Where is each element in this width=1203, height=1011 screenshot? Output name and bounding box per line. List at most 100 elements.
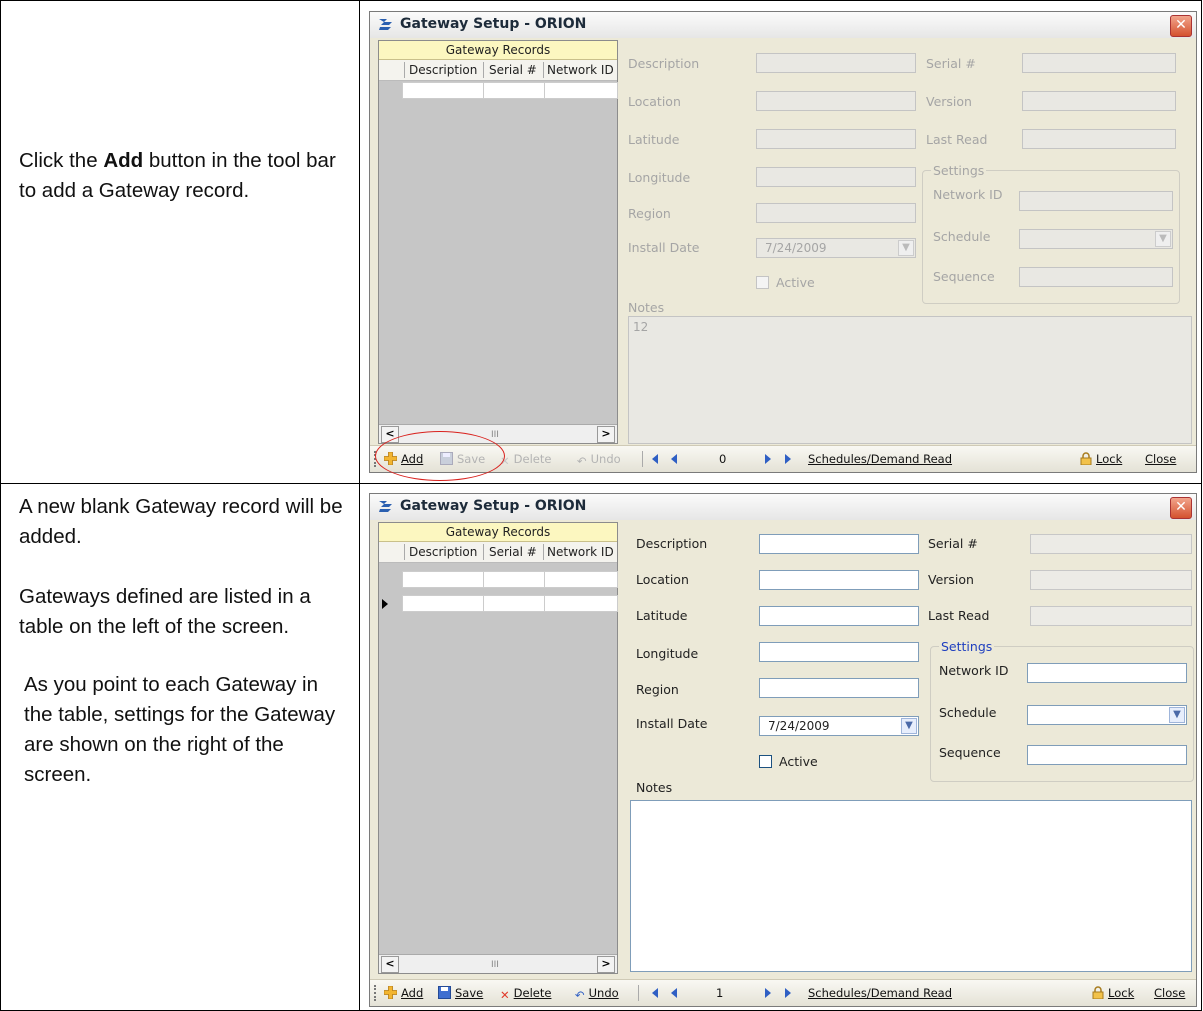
scroll-left-icon[interactable]: <: [381, 956, 399, 973]
longitude-label: Longitude: [628, 170, 691, 185]
column-header-description[interactable]: Description: [409, 545, 477, 559]
schedule-select[interactable]: ▼: [1027, 705, 1187, 725]
description-field[interactable]: [756, 53, 916, 73]
install-date-picker[interactable]: 7/24/2009 ▼: [756, 238, 916, 258]
table-row[interactable]: [379, 595, 618, 613]
grid-cell[interactable]: [402, 595, 484, 612]
table-row[interactable]: [379, 571, 618, 589]
notes-field[interactable]: 12: [628, 316, 1192, 444]
network-id-field[interactable]: [1027, 663, 1187, 683]
lock-icon: [1092, 986, 1104, 999]
region-field[interactable]: [756, 203, 916, 223]
grid-cell[interactable]: [402, 82, 484, 99]
scroll-thumb[interactable]: III: [491, 960, 499, 970]
gateway-records-grid[interactable]: Gateway Records Description Serial # Net…: [378, 522, 618, 974]
undo-icon: ↶: [575, 988, 585, 1002]
delete-button[interactable]: ✕ Delete: [500, 986, 551, 1002]
scroll-thumb[interactable]: III: [491, 430, 499, 440]
undo-button-label: Undo: [588, 986, 619, 1000]
scroll-right-icon[interactable]: >: [597, 426, 615, 443]
column-header-serial[interactable]: Serial #: [489, 545, 537, 559]
next-record-icon[interactable]: [765, 988, 771, 998]
column-header-network-id[interactable]: Network ID: [547, 545, 614, 559]
schedule-select[interactable]: ▼: [1019, 229, 1173, 249]
network-id-field[interactable]: [1019, 191, 1173, 211]
sequence-field[interactable]: [1019, 267, 1173, 287]
grid-cell[interactable]: [544, 82, 618, 99]
sequence-field[interactable]: [1027, 745, 1187, 765]
window-titlebar[interactable]: Gateway Setup - ORION ✕: [370, 12, 1196, 38]
location-field[interactable]: [756, 91, 916, 111]
gateway-records-grid[interactable]: Gateway Records Description Serial # Net…: [378, 40, 618, 444]
grid-cell[interactable]: [402, 571, 484, 588]
description-label: Description: [628, 56, 700, 71]
active-checkbox[interactable]: [759, 755, 772, 768]
install-date-picker[interactable]: 7/24/2009 ▼: [759, 716, 919, 736]
lock-button[interactable]: Lock: [1092, 986, 1134, 1000]
column-separator: [404, 62, 405, 78]
grid-cell[interactable]: [483, 595, 545, 612]
serial-field: [1030, 534, 1192, 554]
region-label: Region: [636, 682, 679, 697]
lock-button[interactable]: Lock: [1080, 452, 1122, 466]
active-checkbox[interactable]: [756, 276, 769, 289]
first-record-icon[interactable]: [652, 988, 658, 998]
schedules-demand-read-button[interactable]: Schedules/Demand Read: [808, 986, 952, 1000]
grid-cell[interactable]: [544, 595, 618, 612]
notes-field[interactable]: [630, 800, 1192, 972]
scroll-right-icon[interactable]: >: [597, 956, 615, 973]
instruction-bold-text: Add: [103, 149, 144, 172]
location-field[interactable]: [759, 570, 919, 590]
first-record-icon[interactable]: [652, 454, 658, 464]
dropdown-arrow-icon[interactable]: ▼: [1169, 707, 1185, 723]
region-field[interactable]: [759, 678, 919, 698]
lock-icon: [1080, 452, 1092, 465]
description-label: Description: [636, 536, 708, 551]
record-number[interactable]: 0: [719, 452, 726, 466]
lock-label: Lock: [1108, 986, 1135, 1000]
location-label: Location: [628, 94, 681, 109]
grid-cell[interactable]: [483, 571, 545, 588]
location-label: Location: [636, 572, 689, 587]
latitude-field[interactable]: [759, 606, 919, 626]
network-id-label: Network ID: [939, 663, 1009, 678]
dropdown-arrow-icon[interactable]: ▼: [1155, 231, 1171, 247]
step-1-instruction: Click the Add button in the tool bar to …: [19, 146, 344, 206]
longitude-field[interactable]: [759, 642, 919, 662]
delete-button[interactable]: ✕ Delete: [500, 452, 551, 468]
table-row[interactable]: [379, 82, 618, 100]
next-record-icon[interactable]: [765, 454, 771, 464]
close-button[interactable]: Close: [1145, 452, 1176, 466]
close-icon[interactable]: ✕: [1170, 15, 1192, 37]
last-record-icon[interactable]: [785, 988, 791, 998]
previous-record-icon[interactable]: [671, 454, 677, 464]
longitude-field[interactable]: [756, 167, 916, 187]
column-header-description[interactable]: Description: [409, 63, 477, 77]
save-icon: [438, 986, 451, 999]
column-header-serial[interactable]: Serial #: [489, 63, 537, 77]
window-titlebar[interactable]: Gateway Setup - ORION ✕: [370, 494, 1196, 520]
close-button[interactable]: Close: [1154, 986, 1185, 1000]
toolbar-grip[interactable]: [374, 985, 379, 1001]
dropdown-arrow-icon[interactable]: ▼: [901, 718, 917, 734]
latitude-field[interactable]: [756, 129, 916, 149]
step-2-instruction-1: A new blank Gateway record will be added…: [19, 495, 343, 548]
previous-record-icon[interactable]: [671, 988, 677, 998]
description-field[interactable]: [759, 534, 919, 554]
last-record-icon[interactable]: [785, 454, 791, 464]
gateway-setup-window: Gateway Setup - ORION ✕ Gateway Records …: [369, 493, 1197, 1007]
column-header-network-id[interactable]: Network ID: [547, 63, 614, 77]
undo-button[interactable]: ↶ Undo: [575, 986, 619, 1002]
save-button[interactable]: Save: [438, 986, 483, 1000]
schedules-demand-read-button[interactable]: Schedules/Demand Read: [808, 452, 952, 466]
undo-button[interactable]: ↶ Undo: [577, 452, 621, 468]
add-button[interactable]: Add: [384, 986, 423, 1000]
dropdown-arrow-icon[interactable]: ▼: [898, 240, 914, 256]
save-button-label: Save: [455, 986, 484, 1000]
grid-cell[interactable]: [483, 82, 545, 99]
close-icon[interactable]: ✕: [1170, 497, 1192, 519]
notes-label: Notes: [628, 300, 665, 315]
horizontal-scrollbar[interactable]: < III >: [379, 954, 617, 973]
grid-cell[interactable]: [544, 571, 618, 588]
record-number[interactable]: 1: [716, 986, 723, 1000]
